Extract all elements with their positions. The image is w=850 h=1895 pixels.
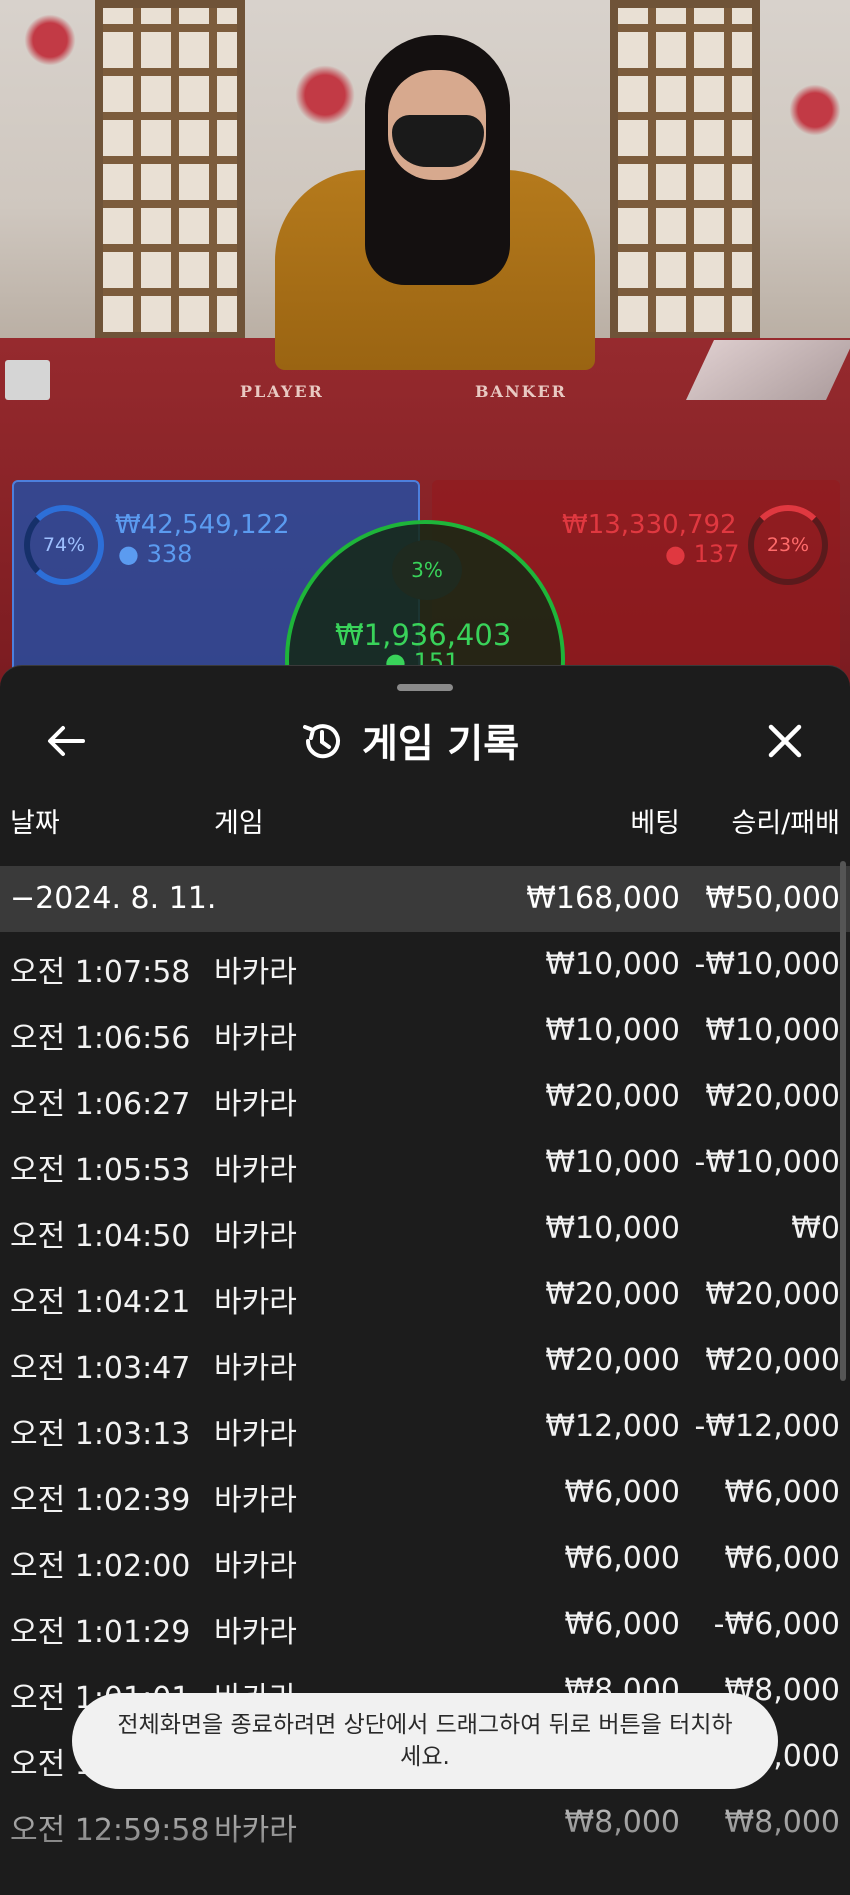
day-bet-total: ₩168,000 <box>526 881 680 916</box>
lattice-screen-left <box>95 0 245 340</box>
history-icon <box>303 724 340 759</box>
tie-percent: 3% <box>392 540 462 600</box>
tie-amount: ₩1,936,403 <box>335 618 512 652</box>
row-time: 오전 1:04:21 <box>10 1285 191 1320</box>
banker-percent: 23% <box>766 534 810 556</box>
close-icon <box>768 724 802 758</box>
row-bet: ₩10,000 <box>545 1013 680 1048</box>
history-row[interactable]: 오전 1:03:47 바카라 ₩20,000 ₩20,000 <box>0 1328 850 1394</box>
row-bet: ₩12,000 <box>545 1409 680 1444</box>
dealer-mask <box>392 115 484 167</box>
history-row[interactable]: 오전 1:01:29 바카라 ₩6,000 -₩6,000 <box>0 1592 850 1658</box>
row-time: 오전 1:07:58 <box>10 955 191 990</box>
day-date: −2024. 8. 11. <box>10 881 217 916</box>
table-banker-label: BANKER <box>475 382 567 401</box>
row-game: 바카라 <box>214 1549 297 1584</box>
row-game: 바카라 <box>214 1021 297 1056</box>
player-count: ● 338 <box>118 540 192 568</box>
card-stack <box>5 360 50 400</box>
history-row[interactable]: 오전 1:06:56 바카라 ₩10,000 ₩10,000 <box>0 998 850 1064</box>
row-result: ₩6,000 <box>724 1541 840 1576</box>
fullscreen-toast: 전체화면을 종료하려면 상단에서 드래그하여 뒤로 버튼을 터치하세요. <box>72 1693 778 1789</box>
banker-amount: ₩13,330,792 <box>562 510 737 540</box>
row-time: 오전 1:04:50 <box>10 1219 191 1254</box>
banker-count: ● 137 <box>665 540 739 568</box>
row-result: ₩20,000 <box>705 1079 840 1114</box>
row-game: 바카라 <box>214 1285 297 1320</box>
row-time: 오전 1:05:53 <box>10 1153 191 1188</box>
row-game: 바카라 <box>214 1615 297 1650</box>
row-game: 바카라 <box>214 1417 297 1452</box>
row-game: 바카라 <box>214 1153 297 1188</box>
day-result-total: ₩50,000 <box>705 881 840 916</box>
close-button[interactable] <box>760 716 810 766</box>
history-row[interactable]: 오전 1:04:21 바카라 ₩20,000 ₩20,000 <box>0 1262 850 1328</box>
blossom <box>20 10 80 70</box>
history-row[interactable]: 오전 1:02:00 바카라 ₩6,000 ₩6,000 <box>0 1526 850 1592</box>
column-headers: 날짜 게임 베팅 승리/패배 <box>0 801 850 841</box>
lattice-screen-right <box>610 0 760 340</box>
column-game: 게임 <box>214 808 264 839</box>
row-time: 오전 1:03:13 <box>10 1417 191 1452</box>
history-row[interactable]: 오전 1:07:58 바카라 ₩10,000 -₩10,000 <box>0 932 850 998</box>
player-amount: ₩42,549,122 <box>115 510 290 540</box>
row-result: -₩10,000 <box>694 947 840 982</box>
row-game: 바카라 <box>214 1219 297 1254</box>
row-bet: ₩20,000 <box>545 1277 680 1312</box>
column-result: 승리/패배 <box>731 808 840 839</box>
row-bet: ₩6,000 <box>564 1607 680 1642</box>
banker-percent-ring: 23% <box>748 505 828 585</box>
column-bet: 베팅 <box>630 808 680 839</box>
row-bet: ₩10,000 <box>545 1145 680 1180</box>
user-icon: ● <box>118 540 139 568</box>
row-time: 오전 1:03:47 <box>10 1351 191 1386</box>
sheet-header: 게임 기록 <box>300 714 519 768</box>
toast-message: 전체화면을 종료하려면 상단에서 드래그하여 뒤로 버튼을 터치하세요. <box>117 1712 733 1770</box>
history-row[interactable]: 오전 1:04:50 바카라 ₩10,000 ₩0 <box>0 1196 850 1262</box>
blossom <box>290 60 360 130</box>
back-button[interactable] <box>40 716 90 766</box>
row-result: ₩6,000 <box>724 1475 840 1510</box>
row-game: 바카라 <box>214 955 297 990</box>
row-bet: ₩20,000 <box>545 1343 680 1378</box>
scrollbar[interactable] <box>840 861 846 1381</box>
row-result: -₩10,000 <box>694 1145 840 1180</box>
banker-count-value: 137 <box>693 540 740 568</box>
row-result: -₩6,000 <box>713 1607 840 1642</box>
column-date: 날짜 <box>10 808 60 839</box>
history-row[interactable]: 오전 1:03:13 바카라 ₩12,000 -₩12,000 <box>0 1394 850 1460</box>
player-percent-ring: 74% <box>24 505 104 585</box>
history-row[interactable]: 오전 1:05:53 바카라 ₩10,000 -₩10,000 <box>0 1130 850 1196</box>
history-row[interactable]: 오전 1:02:39 바카라 ₩6,000 ₩6,000 <box>0 1460 850 1526</box>
row-bet: ₩20,000 <box>545 1079 680 1114</box>
row-game: 바카라 <box>214 1483 297 1518</box>
sheet-title: 게임 기록 <box>362 722 520 767</box>
day-summary-row[interactable]: −2024. 8. 11. ₩168,000 ₩50,000 <box>0 866 850 932</box>
player-count-value: 338 <box>146 540 193 568</box>
row-bet: ₩10,000 <box>545 947 680 982</box>
blossom <box>785 80 845 140</box>
row-bet: ₩10,000 <box>545 1211 680 1246</box>
row-result: ₩0 <box>791 1211 840 1246</box>
row-time: 오전 1:01:29 <box>10 1615 191 1650</box>
row-time: 오전 1:02:39 <box>10 1483 191 1518</box>
table-player-label: PLAYER <box>240 382 324 401</box>
card-shoe <box>686 340 850 400</box>
history-row[interactable]: 오전 1:06:27 바카라 ₩20,000 ₩20,000 <box>0 1064 850 1130</box>
arrow-left-icon <box>48 726 85 756</box>
row-result: ₩20,000 <box>705 1277 840 1312</box>
row-game: 바카라 <box>214 1351 297 1386</box>
drag-handle[interactable] <box>397 684 453 691</box>
player-percent: 74% <box>42 534 86 556</box>
row-time: 오전 1:02:00 <box>10 1549 191 1584</box>
row-result: ₩20,000 <box>705 1343 840 1378</box>
row-game: 바카라 <box>214 1087 297 1122</box>
row-time: 오전 1:06:27 <box>10 1087 191 1122</box>
row-bet: ₩6,000 <box>564 1475 680 1510</box>
row-bet: ₩6,000 <box>564 1541 680 1576</box>
row-result: -₩12,000 <box>694 1409 840 1444</box>
user-icon: ● <box>665 540 686 568</box>
row-time: 오전 1:06:56 <box>10 1021 191 1056</box>
row-result: ₩10,000 <box>705 1013 840 1048</box>
